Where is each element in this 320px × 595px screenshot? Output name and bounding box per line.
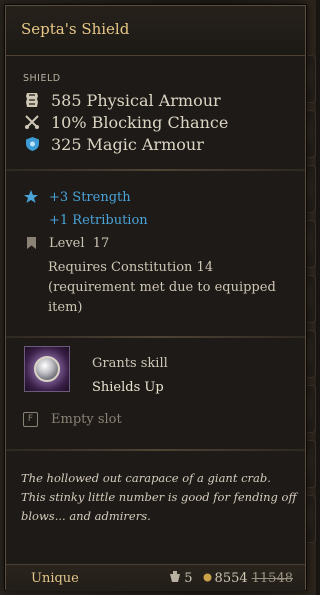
skill-name: Shields Up bbox=[92, 380, 164, 395]
stat-value: 10% bbox=[51, 112, 87, 132]
armour-icon bbox=[23, 91, 41, 109]
stat-label: Blocking Chance bbox=[91, 112, 229, 132]
tooltip-header: Septa's Shield bbox=[6, 6, 305, 56]
bookmark-icon bbox=[23, 237, 39, 249]
skill-icon-shields-up[interactable] bbox=[24, 346, 70, 392]
rarity-label: Unique bbox=[31, 571, 79, 586]
weight-value: 5 bbox=[184, 571, 193, 586]
stat-value: 585 bbox=[51, 90, 82, 110]
stat-blocking-chance: 10% Blocking Chance bbox=[23, 112, 228, 132]
item-level: Level 17 bbox=[23, 233, 109, 253]
item-description: The hollowed out carapace of a giant cra… bbox=[21, 471, 297, 523]
divider bbox=[6, 449, 305, 451]
crossed-swords-icon bbox=[23, 113, 41, 131]
item-type: SHIELD bbox=[23, 73, 61, 84]
divider bbox=[6, 336, 305, 338]
item-name: Septa's Shield bbox=[21, 20, 130, 38]
value-current: 8554 bbox=[214, 571, 248, 586]
value-original: 11548 bbox=[251, 571, 293, 586]
empty-rune-slot[interactable]: F Empty slot bbox=[23, 409, 122, 429]
item-tooltip: Septa's Shield SHIELD 585 Physical Armou… bbox=[5, 5, 306, 591]
gold-icon bbox=[203, 571, 212, 586]
stat-value: 325 bbox=[51, 134, 82, 154]
shield-icon bbox=[34, 356, 60, 382]
tooltip-footer: Unique 5 8554 11548 bbox=[6, 564, 305, 591]
stat-magic-armour: 325 Magic Armour bbox=[23, 134, 204, 154]
bonus-strength: +3 Strength bbox=[23, 187, 131, 207]
level-text: Level 17 bbox=[49, 235, 110, 251]
item-meta: 5 8554 11548 bbox=[170, 571, 293, 586]
bonus-retribution: +1 Retribution bbox=[23, 210, 148, 230]
divider bbox=[6, 169, 305, 171]
stat-physical-armour: 585 Physical Armour bbox=[23, 90, 221, 110]
weight-icon bbox=[170, 571, 181, 586]
star-icon bbox=[23, 190, 39, 204]
magic-shield-icon bbox=[23, 135, 41, 153]
stat-label: Physical Armour bbox=[86, 90, 221, 110]
stat-label: Magic Armour bbox=[86, 134, 204, 154]
bonus-text: +3 Strength bbox=[49, 189, 131, 205]
requirement-text: Requires Constitution 14 (requirement me… bbox=[48, 260, 276, 315]
bonus-text: +1 Retribution bbox=[49, 212, 148, 228]
slot-key-icon: F bbox=[23, 411, 38, 427]
empty-slot-label: Empty slot bbox=[51, 411, 122, 427]
skill-grant-label: Grants skill bbox=[92, 356, 168, 371]
